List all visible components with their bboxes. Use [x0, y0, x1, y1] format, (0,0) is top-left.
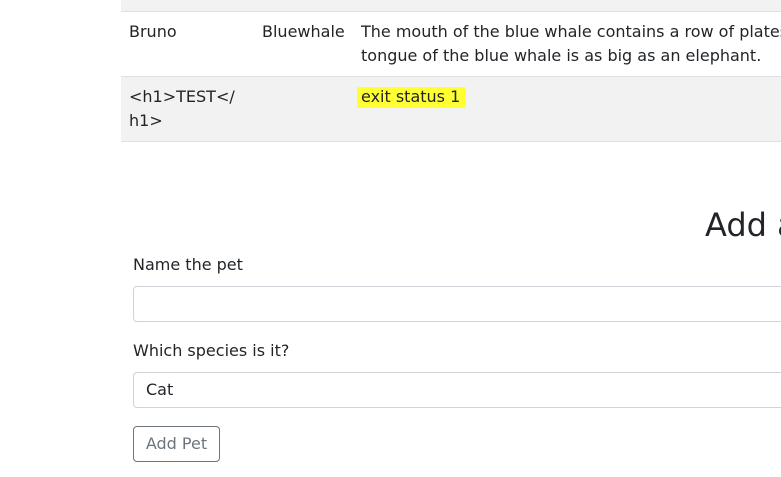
error-highlight: exit status 1	[357, 87, 467, 108]
table-row: <h1>TEST</ h1> exit status 1	[121, 77, 781, 142]
pet-name-cell: <h1>TEST</ h1>	[129, 87, 235, 130]
pet-description-cell: exit status 1	[357, 85, 781, 109]
add-pet-button[interactable]: Add Pet	[133, 426, 220, 462]
pet-species-cell: Bluewhale	[262, 22, 345, 41]
table-row: Bruno Bluewhale The mouth of the blue wh…	[121, 12, 781, 77]
species-selected-value: Cat	[146, 380, 174, 399]
table-row	[121, 0, 781, 12]
name-label: Name the pet	[133, 255, 243, 274]
species-label: Which species is it?	[133, 341, 290, 360]
form-title: Add a	[705, 206, 781, 244]
species-select[interactable]: Cat	[133, 372, 781, 408]
page: Bruno Bluewhale The mouth of the blue wh…	[0, 0, 781, 477]
pet-description-cell: The mouth of the blue whale contains a r…	[361, 22, 781, 65]
pet-name-cell: Bruno	[129, 22, 177, 41]
pet-name-input[interactable]	[133, 286, 781, 322]
